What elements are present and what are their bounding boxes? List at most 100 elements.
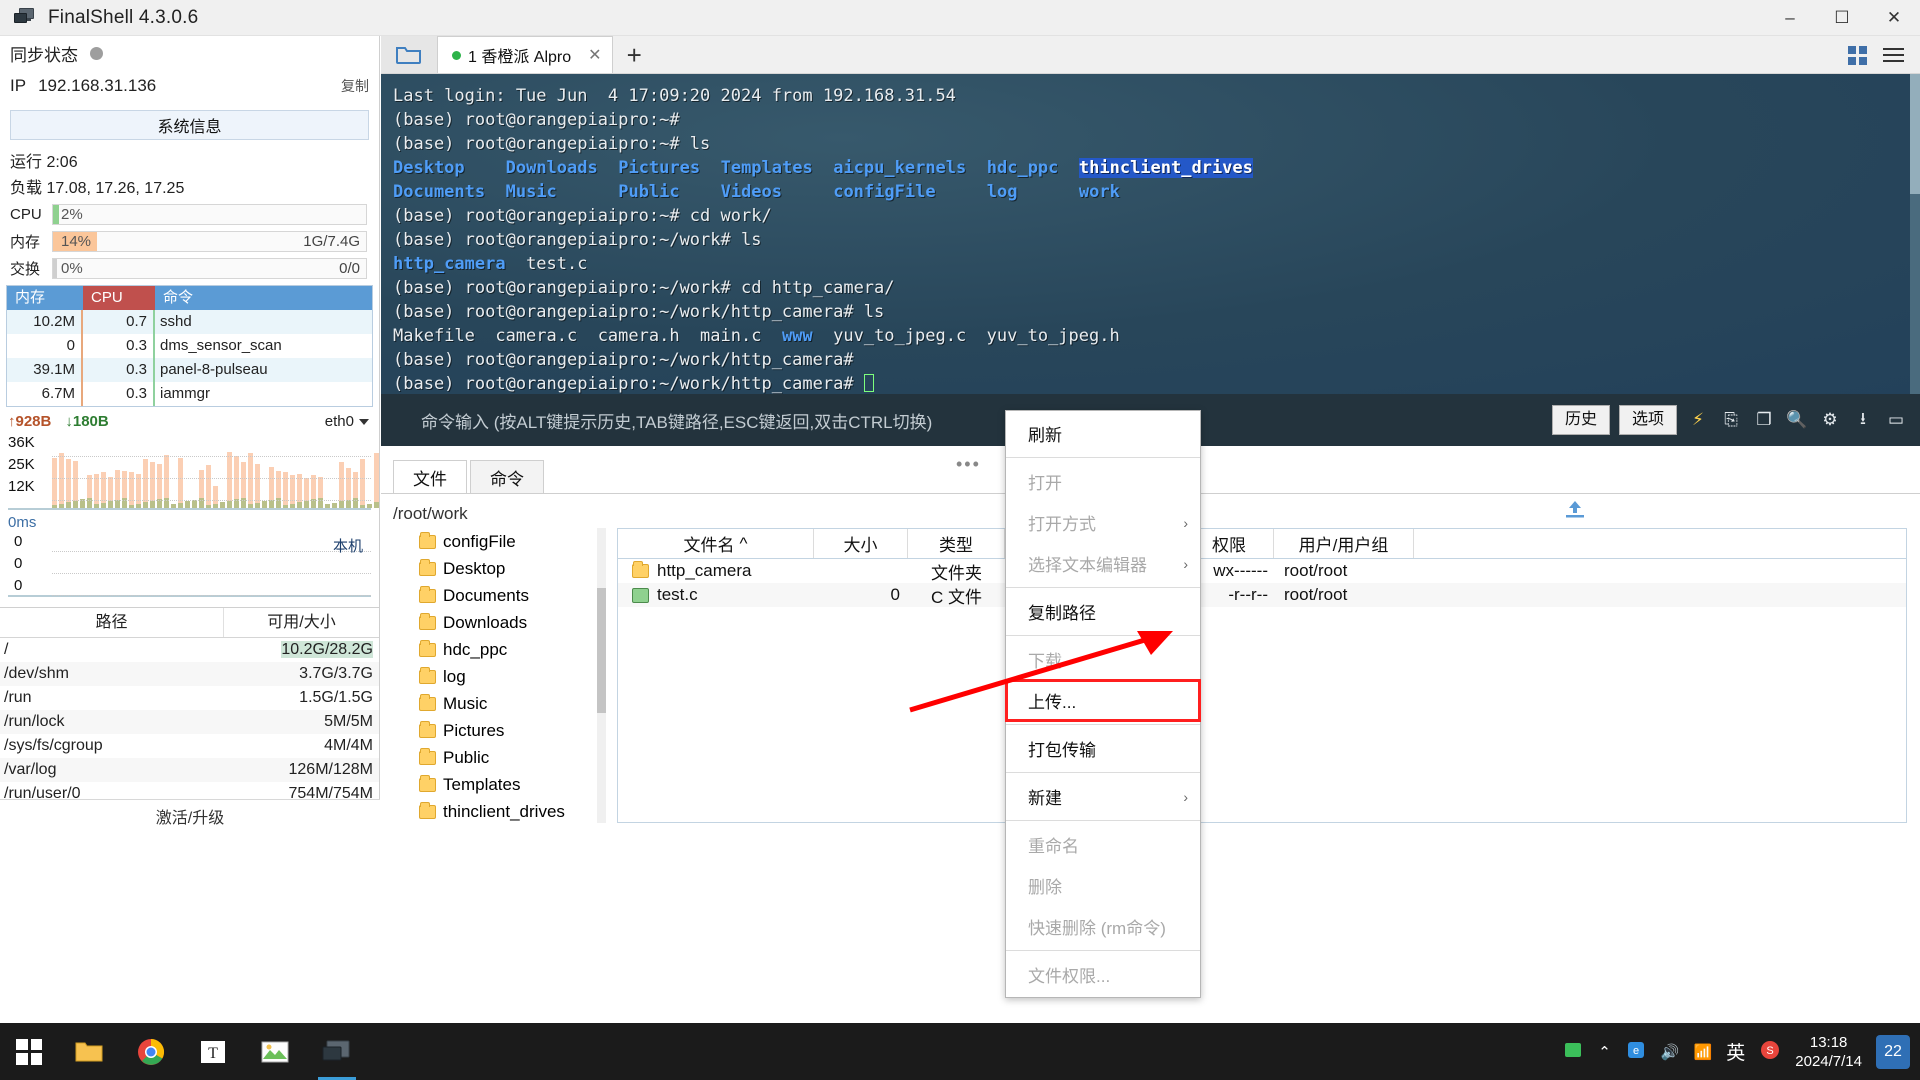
minimize-button[interactable]: – [1764, 0, 1816, 36]
col-header-mem[interactable]: 内存 [7, 286, 83, 310]
start-button[interactable] [0, 1023, 58, 1080]
tree-item[interactable]: Pictures [393, 717, 611, 744]
menu-icon[interactable] [1883, 44, 1904, 66]
taskbar-clock[interactable]: 13:18 2024/7/14 [1795, 1033, 1862, 1071]
tree-item[interactable]: Documents [393, 582, 611, 609]
tree-item[interactable]: Templates [393, 771, 611, 798]
disk-row[interactable]: /10.2G/28.2G [0, 638, 379, 662]
context-menu-item-label: 新建 [1028, 784, 1062, 809]
process-row[interactable]: 00.3dms_sensor_scan [7, 334, 372, 358]
terminal-text-segment: configFile [833, 182, 935, 202]
context-menu-item[interactable]: 刷新 [1006, 413, 1200, 454]
ime-language-indicator[interactable]: 英 [1726, 1038, 1745, 1065]
disk-row[interactable]: /run1.5G/1.5G [0, 686, 379, 710]
bolt-icon[interactable]: ⚡ [1686, 408, 1710, 432]
disk-row[interactable]: /var/log126M/128M [0, 758, 379, 782]
process-row[interactable]: 6.7M0.3iammgr [7, 382, 372, 406]
tree-scrollbar[interactable] [597, 528, 606, 823]
tray-expand-icon[interactable]: ⌃ [1598, 1043, 1611, 1061]
col-header-filename[interactable]: 文件名^ [618, 529, 814, 558]
tree-item[interactable]: hdc_ppc [393, 636, 611, 663]
taskbar-paint[interactable] [244, 1023, 306, 1080]
process-row[interactable]: 39.1M0.3panel-8-pulseau [7, 358, 372, 382]
taskbar-finalshell[interactable] [306, 1023, 368, 1080]
taskbar-chrome[interactable] [120, 1023, 182, 1080]
search-icon[interactable]: 🔍 [1785, 408, 1809, 432]
col-header-cpu[interactable]: CPU [83, 286, 155, 310]
folder-icon [419, 724, 436, 738]
drag-handle-dots-icon[interactable]: ••• [956, 454, 981, 475]
activate-upgrade-link[interactable]: 激活/升级 [0, 799, 380, 831]
tab-close-icon[interactable]: ✕ [588, 45, 601, 65]
file-context-menu[interactable]: 刷新打开打开方式›选择文本编辑器›复制路径下载上传...打包传输新建›重命名删除… [1005, 410, 1201, 998]
terminal-output[interactable]: Last login: Tue Jun 4 17:09:20 2024 from… [381, 74, 1920, 394]
copy-ip-link[interactable]: 复制 [341, 76, 369, 96]
wifi-icon[interactable]: 📶 [1694, 1043, 1713, 1061]
disk-row[interactable]: /dev/shm3.7G/3.7G [0, 662, 379, 686]
file-row[interactable]: http_camera文件夹wx------root/root [618, 559, 1906, 583]
options-button[interactable]: 选项 [1619, 405, 1677, 435]
col-header-size[interactable]: 可用/大小 [224, 608, 379, 637]
grid-layout-icon[interactable] [1848, 46, 1867, 65]
tree-item[interactable]: configFile [393, 528, 611, 555]
folder-icon [419, 616, 436, 630]
system-info-button[interactable]: 系统信息 [10, 110, 369, 140]
sogou-icon[interactable]: S [1759, 1039, 1781, 1065]
history-button[interactable]: 历史 [1552, 405, 1610, 435]
tab-files[interactable]: 文件 [393, 460, 467, 494]
notification-badge[interactable]: 22 [1876, 1035, 1910, 1069]
terminal-scrollbar[interactable] [1910, 74, 1920, 394]
col-header-owner[interactable]: 用户/用户组 [1274, 529, 1414, 558]
svg-text:e: e [1633, 1045, 1639, 1057]
taskbar-explorer[interactable] [58, 1023, 120, 1080]
new-tab-button[interactable]: + [627, 40, 642, 71]
terminal-tab[interactable]: 1 香橙派 Alpro ✕ [437, 36, 613, 73]
col-header-path[interactable]: 路径 [0, 608, 224, 637]
disk-row[interactable]: /sys/fs/cgroup4M/4M [0, 734, 379, 758]
context-menu-item[interactable]: 上传... [1006, 680, 1200, 721]
terminal-line: Makefile camera.c camera.h main.c www yu… [393, 324, 1920, 348]
tree-item[interactable]: Desktop [393, 555, 611, 582]
close-button[interactable]: ✕ [1868, 0, 1920, 36]
terminal-scrollbar-thumb[interactable] [1910, 74, 1920, 194]
meter-detail: 0/0 [339, 259, 360, 278]
context-menu-item[interactable]: 打包传输 [1006, 728, 1200, 769]
tray-blue-icon[interactable]: e [1625, 1039, 1647, 1065]
tree-scrollbar-thumb[interactable] [597, 588, 606, 713]
open-folder-button[interactable] [381, 36, 437, 73]
maximize-button[interactable]: ☐ [1816, 0, 1868, 36]
network-interface-select[interactable]: eth0 [325, 413, 369, 430]
taskbar-t-app[interactable]: T [182, 1023, 244, 1080]
go-up-button[interactable] [1562, 498, 1590, 522]
download-icon[interactable]: ⭳ [1851, 408, 1875, 432]
folder-open-icon [395, 44, 423, 66]
terminal-text-segment: Documents [393, 182, 485, 202]
col-header-filesize[interactable]: 大小 [814, 529, 908, 558]
directory-tree[interactable]: configFileDesktopDocumentsDownloadshdc_p… [393, 528, 611, 823]
process-row[interactable]: 10.2M0.7sshd [7, 310, 372, 334]
copy-icon[interactable]: ⎘ [1719, 408, 1743, 432]
col-header-filetype[interactable]: 类型 [908, 529, 1005, 558]
tray-green-icon[interactable] [1562, 1039, 1584, 1065]
disk-row[interactable]: /run/lock5M/5M [0, 710, 379, 734]
command-input-placeholder[interactable]: 命令输入 (按ALT键提示历史,TAB键路径,ESC键返回,双击CTRL切换) [421, 408, 932, 433]
tree-item[interactable]: log [393, 663, 611, 690]
tree-item[interactable]: Downloads [393, 609, 611, 636]
tree-item[interactable]: Music [393, 690, 611, 717]
ip-label: IP [10, 76, 26, 96]
sort-asc-icon: ^ [740, 534, 748, 554]
paste-icon[interactable]: ❐ [1752, 408, 1776, 432]
tree-item[interactable]: Public [393, 744, 611, 771]
file-row[interactable]: test.c0C 文件-r--r--root/root [618, 583, 1906, 607]
window-icon[interactable]: ▭ [1884, 408, 1908, 432]
volume-icon[interactable]: 🔊 [1661, 1043, 1680, 1061]
tree-item[interactable]: thinclient_drives [393, 798, 611, 823]
col-header-cmd[interactable]: 命令 [155, 286, 372, 310]
gear-icon[interactable]: ⚙ [1818, 408, 1842, 432]
context-menu-item: 下载 [1006, 639, 1200, 680]
tab-commands[interactable]: 命令 [470, 460, 544, 494]
context-menu-item[interactable]: 复制路径 [1006, 591, 1200, 632]
loadavg-text: 负载 17.08, 17.26, 17.25 [0, 172, 379, 202]
current-path-label[interactable]: /root/work [393, 504, 468, 524]
context-menu-item[interactable]: 新建› [1006, 776, 1200, 817]
